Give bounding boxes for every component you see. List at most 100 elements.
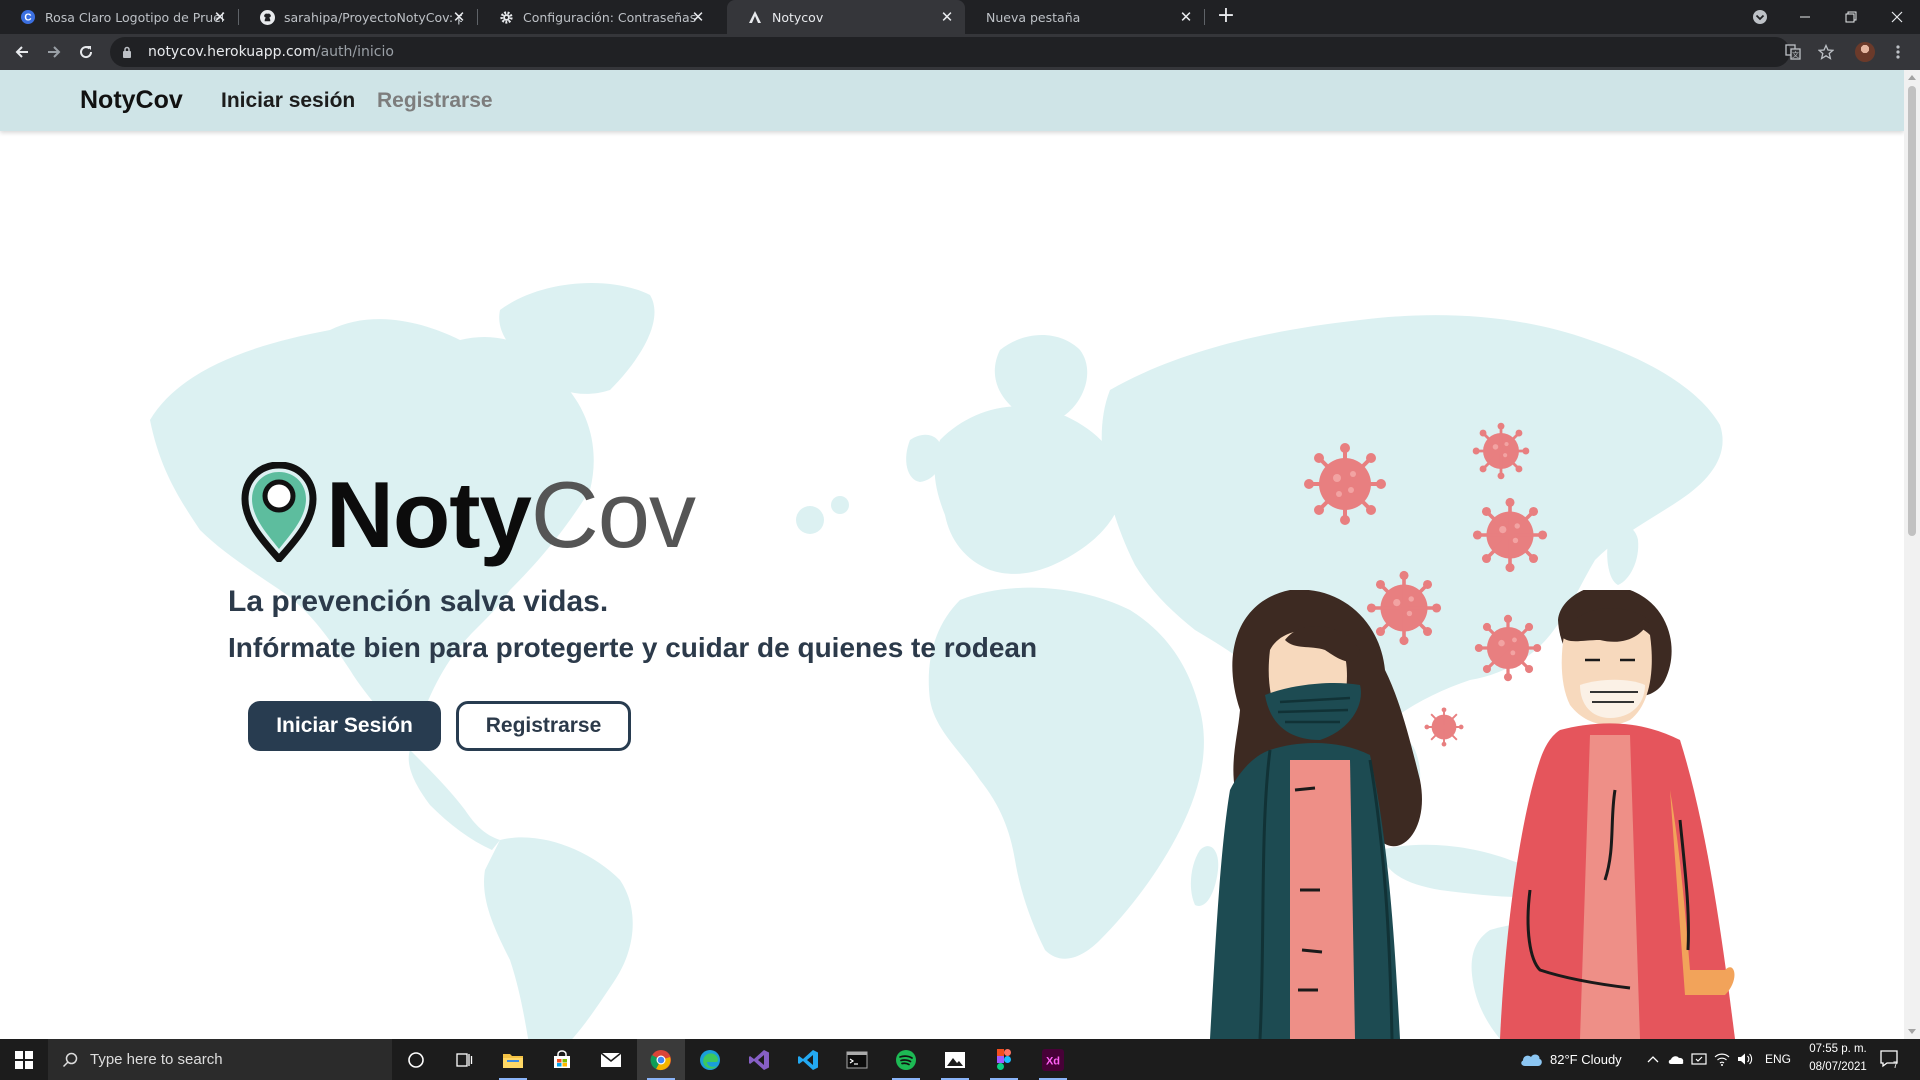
weather-text[interactable]: 82°F Cloudy — [1550, 1052, 1622, 1067]
figma-icon — [997, 1049, 1011, 1070]
tab-search-button[interactable] — [1737, 0, 1783, 34]
scroll-up-arrow-icon[interactable] — [1908, 75, 1916, 80]
tab-title: Nueva pestaña — [986, 9, 1081, 25]
arrow-left-icon — [15, 46, 28, 58]
close-icon — [1891, 11, 1903, 23]
vscode-icon — [798, 1049, 818, 1070]
reload-button[interactable] — [72, 38, 100, 66]
forward-button[interactable] — [40, 38, 68, 66]
browser-toolbar: notycov.herokuapp.com/auth/inicio 文 — [0, 34, 1920, 70]
close-window-button[interactable] — [1874, 0, 1920, 34]
lock-icon[interactable] — [122, 46, 138, 58]
wifi-icon[interactable] — [1714, 1051, 1730, 1067]
scroll-down-arrow-icon[interactable] — [1908, 1029, 1916, 1034]
task-view-icon — [456, 1052, 473, 1067]
close-tab-icon[interactable]: ✕ — [451, 9, 467, 25]
input-language[interactable]: ENG — [1765, 1052, 1791, 1066]
tab-canva[interactable]: C Rosa Claro Logotipo de Prueba C ✕ — [0, 0, 239, 34]
tab-github[interactable]: sarahipa/ProyectoNotyCov: proy ✕ — [239, 0, 478, 34]
url-host: notycov.herokuapp.com — [148, 44, 316, 60]
navbar-brand[interactable]: NotyCov — [80, 86, 183, 115]
show-hidden-icons-chevron-up-icon[interactable] — [1645, 1051, 1661, 1067]
new-tab-button[interactable]: + — [1214, 5, 1238, 29]
back-button[interactable] — [8, 38, 36, 66]
close-tab-icon[interactable]: ✕ — [939, 9, 955, 25]
logo-bold-text: Noty — [326, 462, 532, 567]
cortana-circle-icon — [408, 1051, 424, 1068]
cortana-button[interactable] — [392, 1039, 440, 1080]
url-path: /auth/inicio — [315, 44, 394, 60]
microsoft-store-button[interactable] — [538, 1039, 586, 1080]
map-pin-logo-icon — [241, 462, 317, 562]
notycov-favicon — [747, 9, 763, 25]
start-button[interactable] — [0, 1039, 48, 1080]
figma-button[interactable] — [980, 1039, 1028, 1080]
site-navbar: NotyCov Iniciar sesión Registrarse — [0, 70, 1904, 131]
scrollbar-thumb[interactable] — [1908, 86, 1916, 536]
store-bag-icon — [554, 1049, 570, 1068]
tab-new-tab[interactable]: Nueva pestaña ✕ — [966, 0, 1205, 34]
minimize-icon — [1800, 16, 1810, 18]
visual-studio-icon — [749, 1049, 769, 1070]
github-icon — [259, 9, 275, 25]
restore-button[interactable] — [1828, 0, 1874, 34]
adobe-xd-icon: Xd — [1042, 1048, 1064, 1071]
taskbar-search-box[interactable]: Type here to search — [48, 1039, 392, 1080]
chrome-button[interactable] — [637, 1039, 685, 1080]
visual-studio-button[interactable] — [735, 1039, 783, 1080]
restore-icon — [1845, 11, 1857, 23]
search-placeholder: Type here to search — [90, 1051, 223, 1068]
clock-date[interactable]: 08/07/2021 — [1800, 1061, 1876, 1073]
chrome-icon — [650, 1049, 671, 1070]
profile-avatar[interactable] — [1855, 42, 1875, 62]
web-page: NotyCov Iniciar sesión Registrarse NotyC… — [0, 70, 1904, 1039]
terminal-button[interactable] — [833, 1039, 881, 1080]
edge-button[interactable] — [686, 1039, 734, 1080]
translate-icon[interactable]: 文 — [1783, 42, 1803, 62]
onedrive-cloud-icon[interactable] — [1668, 1051, 1684, 1067]
task-view-button[interactable] — [440, 1039, 488, 1080]
vscode-button[interactable] — [784, 1039, 832, 1080]
virus-illustration — [1472, 497, 1548, 573]
nav-link-register[interactable]: Registrarse — [377, 89, 493, 113]
tab-settings[interactable]: Configuración: Contraseñas ✕ — [478, 0, 716, 34]
mail-envelope-icon — [600, 1051, 622, 1067]
security-shield-icon[interactable] — [1691, 1051, 1707, 1067]
browser-tab-strip: C Rosa Claro Logotipo de Prueba C ✕ sara… — [0, 0, 1920, 34]
file-explorer-button[interactable] — [489, 1039, 537, 1080]
volume-speaker-icon[interactable] — [1737, 1051, 1753, 1067]
tab-title: Notycov — [772, 9, 824, 25]
tab-notycov[interactable]: Notycov ✕ — [727, 0, 965, 34]
man-with-red-shirt — [1500, 590, 1735, 1039]
register-button[interactable]: Registrarse — [456, 701, 631, 751]
menu-kebab-icon[interactable] — [1888, 42, 1908, 62]
reload-icon — [80, 46, 93, 59]
canva-icon: C — [20, 9, 36, 25]
page-scrollbar[interactable] — [1904, 70, 1920, 1039]
edge-icon — [700, 1049, 720, 1070]
photos-icon — [945, 1051, 965, 1068]
login-button[interactable]: Iniciar Sesión — [248, 701, 441, 751]
close-tab-icon[interactable]: ✕ — [212, 9, 228, 25]
tab-separator — [1204, 9, 1205, 25]
hero-subtitle: Infórmate bien para protegerte y cuidar … — [228, 632, 1038, 663]
logo-light-text: Cov — [530, 462, 696, 567]
virus-illustration — [1472, 422, 1530, 480]
adobe-xd-button[interactable]: Xd — [1029, 1039, 1077, 1080]
address-bar[interactable]: notycov.herokuapp.com/auth/inicio — [110, 37, 1790, 67]
minimize-button[interactable] — [1782, 0, 1828, 34]
woman-with-green-coat — [1210, 590, 1422, 1039]
weather-cloud-icon[interactable] — [1518, 1051, 1544, 1067]
mail-button[interactable] — [587, 1039, 635, 1080]
spotify-button[interactable] — [882, 1039, 930, 1080]
clock-time[interactable]: 07:55 p. m. — [1800, 1043, 1876, 1055]
photos-button[interactable] — [931, 1039, 979, 1080]
chevron-down-circle-icon — [1753, 10, 1767, 24]
bookmark-star-icon[interactable] — [1816, 42, 1836, 62]
spotify-icon — [896, 1049, 916, 1070]
notification-count-badge: 7 — [1893, 1060, 1899, 1070]
tab-title: Rosa Claro Logotipo de Prueba C — [45, 9, 223, 25]
close-tab-icon[interactable]: ✕ — [690, 9, 706, 25]
nav-link-login[interactable]: Iniciar sesión — [221, 89, 355, 113]
close-tab-icon[interactable]: ✕ — [1178, 9, 1194, 25]
